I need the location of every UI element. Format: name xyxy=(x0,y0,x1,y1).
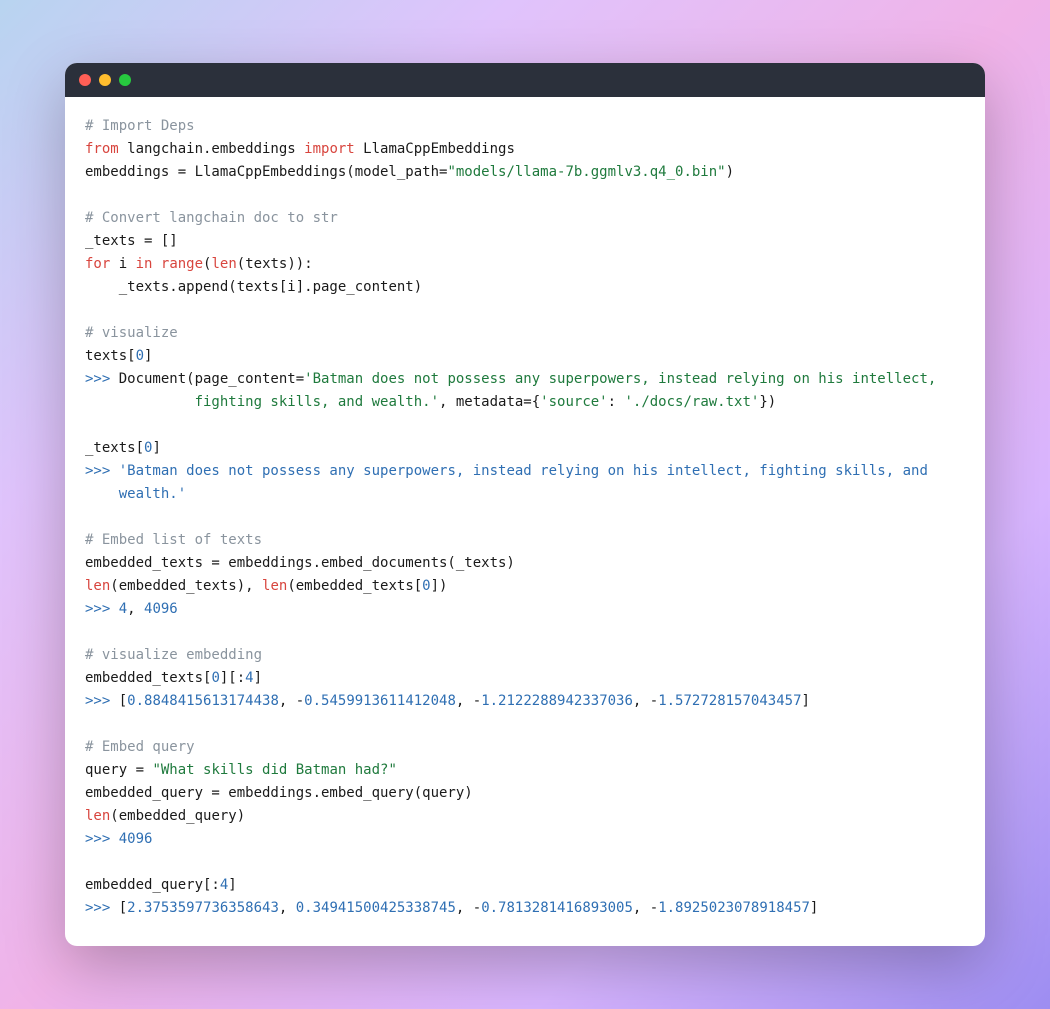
indent xyxy=(85,394,195,410)
number: 4 xyxy=(245,670,253,686)
number: 1.8925023078918457 xyxy=(658,900,810,916)
number: 0.7813281416893005 xyxy=(481,900,633,916)
code-text: embedded_query[: xyxy=(85,877,220,893)
builtin-range: range xyxy=(161,256,203,272)
code-text: , xyxy=(633,693,650,709)
number: 0 xyxy=(422,578,430,594)
code-text: : xyxy=(608,394,625,410)
keyword-from: from xyxy=(85,141,119,157)
code-text: query = xyxy=(85,762,152,778)
string: 'source' xyxy=(540,394,607,410)
code-text: embedded_texts = embeddings.embed_docume… xyxy=(85,555,515,571)
number: 1.572728157043457 xyxy=(658,693,801,709)
keyword-for: for xyxy=(85,256,110,272)
code-text: , xyxy=(456,900,473,916)
number: 0 xyxy=(136,348,144,364)
code-text xyxy=(152,256,160,272)
number: 0.5459913611412048 xyxy=(304,693,456,709)
number: 0.34941500425338745 xyxy=(296,900,456,916)
code-text: i xyxy=(110,256,135,272)
number: 0.8848415613174438 xyxy=(127,693,279,709)
code-text: ]) xyxy=(431,578,448,594)
indent xyxy=(85,279,119,295)
code-text: , xyxy=(279,693,296,709)
code-text: , xyxy=(127,601,144,617)
builtin-len: len xyxy=(85,578,110,594)
comment: # Convert langchain doc to str xyxy=(85,210,338,226)
code-window: # Import Deps from langchain.embeddings … xyxy=(65,63,985,946)
string: "What skills did Batman had?" xyxy=(152,762,396,778)
code-text: _texts = [] xyxy=(85,233,178,249)
class-name: LlamaCppEmbeddings xyxy=(355,141,515,157)
code-content: # Import Deps from langchain.embeddings … xyxy=(65,97,985,946)
string: "models/llama-7b.ggmlv3.q4_0.bin" xyxy=(447,164,725,180)
code-text: ] xyxy=(144,348,152,364)
code-text: (embedded_texts), xyxy=(110,578,262,594)
code-text: texts[ xyxy=(85,348,136,364)
string: 'Batman does not possess any superpowers… xyxy=(304,371,936,387)
code-text: ] xyxy=(802,693,810,709)
output-string: wealth.' xyxy=(119,486,186,502)
code-text: embedded_query = embeddings.embed_query(… xyxy=(85,785,473,801)
close-icon[interactable] xyxy=(79,74,91,86)
code-text: Document(page_content= xyxy=(119,371,304,387)
comment: # visualize xyxy=(85,325,178,341)
code-text: , metadata={ xyxy=(439,394,540,410)
code-text: embedded_texts[ xyxy=(85,670,211,686)
output-string: 'Batman does not possess any superpowers… xyxy=(119,463,928,479)
string: './docs/raw.txt' xyxy=(624,394,759,410)
code-text: [ xyxy=(119,900,127,916)
string: fighting skills, and wealth.' xyxy=(195,394,439,410)
keyword-import: import xyxy=(304,141,355,157)
number: 2.3753597736358643 xyxy=(127,900,279,916)
zoom-icon[interactable] xyxy=(119,74,131,86)
builtin-len: len xyxy=(211,256,236,272)
keyword-in: in xyxy=(136,256,153,272)
comment: # Import Deps xyxy=(85,118,195,134)
code-text: ] xyxy=(254,670,262,686)
module: langchain.embeddings xyxy=(119,141,304,157)
code-text: (embedded_query) xyxy=(110,808,245,824)
repl-prompt: >>> xyxy=(85,831,119,847)
repl-prompt: >>> xyxy=(85,463,119,479)
number: 0 xyxy=(211,670,219,686)
code-text: }) xyxy=(759,394,776,410)
code-text: - xyxy=(650,693,658,709)
number: 1.2122288942337036 xyxy=(481,693,633,709)
code-text: (embedded_texts[ xyxy=(287,578,422,594)
code-text: _texts.append(texts[i].page_content) xyxy=(119,279,422,295)
code-text: - xyxy=(650,900,658,916)
number: 4096 xyxy=(144,601,178,617)
code-text: embeddings = LlamaCppEmbeddings(model_pa… xyxy=(85,164,447,180)
repl-prompt: >>> xyxy=(85,693,119,709)
code-text: [ xyxy=(119,693,127,709)
code-text: (texts)): xyxy=(237,256,313,272)
code-text: - xyxy=(296,693,304,709)
code-text: - xyxy=(473,900,481,916)
builtin-len: len xyxy=(85,808,110,824)
number: 4 xyxy=(119,601,127,617)
code-text: _texts[ xyxy=(85,440,144,456)
code-text: ][: xyxy=(220,670,245,686)
code-text: ] xyxy=(152,440,160,456)
comment: # Embed query xyxy=(85,739,195,755)
code-text: ) xyxy=(726,164,734,180)
code-text: , xyxy=(456,693,473,709)
titlebar xyxy=(65,63,985,97)
code-text: ] xyxy=(810,900,818,916)
comment: # Embed list of texts xyxy=(85,532,262,548)
code-text: , xyxy=(633,900,650,916)
number: 4096 xyxy=(119,831,153,847)
repl-prompt: >>> xyxy=(85,900,119,916)
code-text: - xyxy=(473,693,481,709)
code-text: , xyxy=(279,900,296,916)
repl-prompt: >>> xyxy=(85,601,119,617)
comment: # visualize embedding xyxy=(85,647,262,663)
minimize-icon[interactable] xyxy=(99,74,111,86)
code-text: ] xyxy=(228,877,236,893)
builtin-len: len xyxy=(262,578,287,594)
repl-prompt: >>> xyxy=(85,371,119,387)
indent xyxy=(85,486,119,502)
